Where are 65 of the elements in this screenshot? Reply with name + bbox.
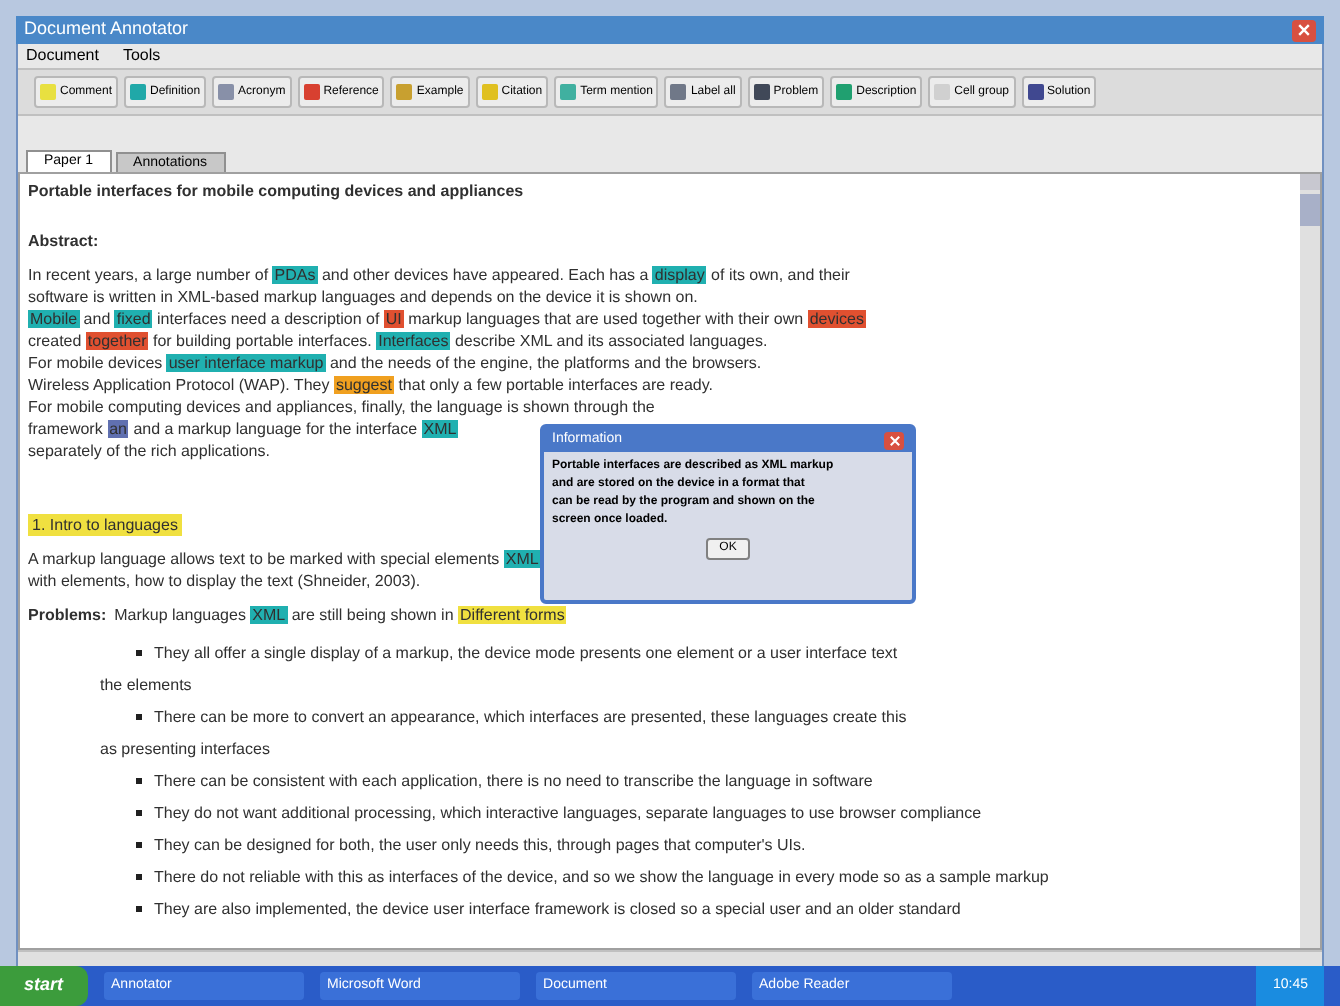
bullet-icon: [136, 714, 142, 720]
highlighted-term: Mobile: [28, 310, 80, 328]
body-text: markup languages that are used together with their own: [406, 310, 806, 328]
body-text: describe XML and its associated languages.: [452, 332, 768, 350]
bullet-icon: [136, 778, 142, 784]
body-text: created: [28, 332, 84, 350]
list-item-text: They can be designed for both, the user only needs this, through pages that computer's UIs.: [154, 834, 806, 856]
close-button[interactable]: [884, 431, 904, 449]
highlighted-term: suggest: [333, 376, 394, 394]
body-text: that only a few portable interfaces are ready.: [396, 376, 713, 394]
highlighted-term: an: [107, 420, 129, 438]
body-text: For mobile devices: [28, 354, 165, 372]
body-text: Markup languages: [114, 606, 248, 624]
menu-item[interactable]: Tools: [122, 44, 161, 68]
highlighted-term: XML: [503, 550, 541, 568]
highlighted-term: XML: [250, 606, 288, 624]
scrollbar[interactable]: [1300, 174, 1320, 948]
highlighted-term: UI: [383, 310, 404, 328]
highlighted-term: XML: [421, 420, 459, 438]
list-item-text: There can be more to convert an appearance, which interfaces are presented, these languages create this: [154, 706, 907, 728]
highlighted-term: user interface markup: [166, 354, 326, 372]
window-title: Document Annotator: [24, 16, 189, 43]
highlighted-term: devices: [807, 310, 866, 328]
body-text: the elements: [98, 674, 194, 696]
body-text: and the needs of the engine, the platforms and the browsers.: [327, 354, 762, 372]
menu-item[interactable]: Document: [26, 44, 99, 68]
highlighted-term: together: [85, 332, 149, 350]
body-text: and other devices have appeared. Each has a: [319, 266, 651, 284]
body-text: Wireless Application Protocol (WAP). They: [28, 376, 332, 394]
horizontal-scrollbar[interactable]: [18, 950, 1322, 966]
list-item-text: There can be consistent with each application, there is no need to transcribe the language in software: [154, 770, 873, 792]
section-heading: 1. Intro to languages: [28, 514, 182, 536]
list-item-text: They do not want additional processing, which interactive languages, separate languages to use browser compliance: [154, 802, 982, 824]
body-text: and a markup language for the interface: [131, 420, 420, 438]
highlighted-term: fixed: [114, 310, 153, 328]
body-text: for building portable interfaces.: [150, 332, 374, 350]
body-text: with elements, how to display the text (Shneider, 2003).: [28, 572, 421, 590]
body-text: In recent years, a large number of: [28, 266, 271, 284]
highlighted-term: PDAs: [272, 266, 318, 284]
body-text: and: [81, 310, 113, 328]
body-text: interfaces need a description of: [155, 310, 382, 328]
bullet-icon: [136, 842, 142, 848]
document-title: Portable interfaces for mobile computing devices and appliances: [28, 180, 526, 202]
list-item-text: There do not reliable with this as interfaces of the device, and so we show the language in every mode so as a sample markup: [154, 866, 1049, 888]
body-text: software is written in XML-based markup languages and depends on the device it is shown on.: [28, 288, 698, 306]
highlighted-term: Different forms: [458, 606, 567, 624]
highlighted-term: Interfaces: [376, 332, 451, 350]
bullet-icon: [136, 650, 142, 656]
body-text: For mobile computing devices and appliances, finally, the language is shown through the: [28, 398, 655, 416]
body-text: separately of the rich applications.: [28, 442, 270, 460]
label-text: Problems:: [28, 606, 107, 624]
bullet-icon: [136, 906, 142, 912]
body-text: A markup language allows text to be marked with special elements: [28, 550, 502, 568]
bullet-icon: [136, 810, 142, 816]
bullet-icon: [136, 874, 142, 880]
body-text: of its own, and their: [709, 266, 850, 284]
list-item-text: They all offer a single display of a markup, the device mode presents one element or a user interface text: [154, 642, 898, 664]
highlighted-term: display: [652, 266, 707, 284]
close-icon: [1296, 22, 1312, 38]
section-heading: Abstract:: [28, 230, 101, 252]
list-item-text: They are also implemented, the device user interface framework is closed so a special user and an older standard: [154, 898, 961, 920]
body-text: framework: [28, 420, 105, 438]
body-text: are still being shown in: [289, 606, 456, 624]
body-text: as presenting interfaces: [98, 738, 272, 760]
close-button[interactable]: [1292, 19, 1316, 41]
